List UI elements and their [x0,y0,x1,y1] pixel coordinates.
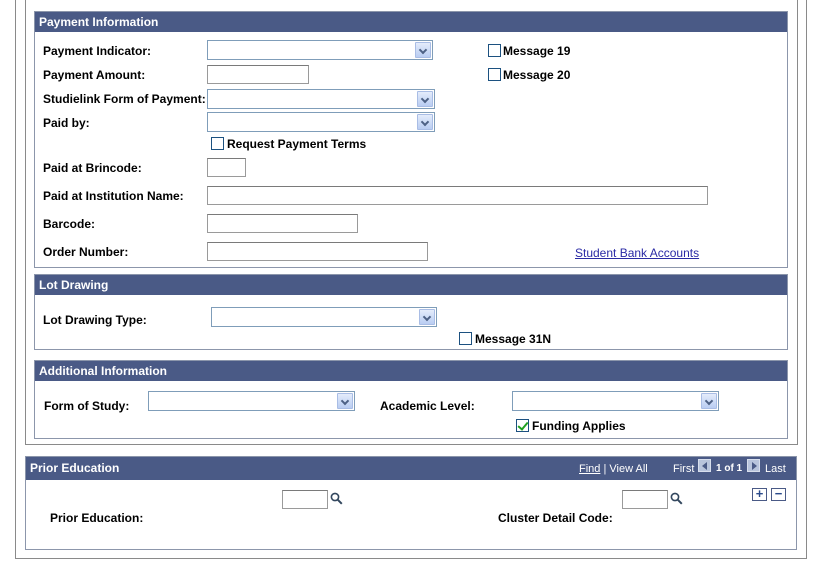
barcode-input[interactable] [207,214,358,233]
paid-by-label: Paid by: [43,116,90,130]
additional-information-header: Additional Information [35,361,787,381]
paid-at-institution-label: Paid at Institution Name: [43,189,184,203]
payment-amount-label: Payment Amount: [43,68,146,82]
message-20-checkbox[interactable] [488,68,501,81]
row-counter: 1 of 1 [716,463,743,474]
student-bank-accounts-link[interactable]: Student Bank Accounts [575,246,699,260]
payment-indicator-select[interactable] [207,40,433,60]
payment-indicator-label: Payment Indicator: [43,44,152,58]
add-row-button[interactable]: + [752,487,767,501]
academic-level-label: Academic Level: [380,399,475,413]
paid-at-institution-input[interactable] [207,186,708,205]
message-31n-checkbox[interactable] [459,332,472,345]
chevron-down-icon[interactable] [417,91,433,107]
chevron-down-icon[interactable] [337,393,353,409]
chevron-down-icon[interactable] [701,393,717,409]
paid-at-brincode-label: Paid at Brincode: [43,161,142,175]
paid-by-select[interactable] [207,112,435,132]
find-link[interactable]: Find [579,463,600,475]
studielink-form-select[interactable] [207,89,435,109]
magnifier-icon[interactable] [330,492,343,505]
payment-amount-input[interactable] [207,65,309,84]
form-of-study-label: Form of Study: [44,399,130,413]
barcode-label: Barcode: [43,217,96,231]
form-of-study-select[interactable] [148,391,355,411]
grid-navigation: Find | View All [579,463,648,475]
delete-row-button[interactable]: − [771,487,786,501]
request-payment-terms-checkbox[interactable] [211,137,224,150]
chevron-down-icon[interactable] [419,309,435,325]
lot-drawing-type-select[interactable] [211,307,437,327]
prior-education-label: Prior Education: [50,511,144,525]
cluster-detail-input[interactable] [622,490,668,509]
next-row-icon[interactable] [747,459,760,472]
last-label[interactable]: Last [765,463,786,475]
paid-at-brincode-input[interactable] [207,158,246,177]
academic-level-select[interactable] [512,391,719,411]
first-label[interactable]: First [673,463,694,475]
studielink-form-label: Studielink Form of Payment: [43,92,206,106]
prior-education-title: Prior Education [30,461,120,475]
message-19-label: Message 19 [503,44,571,58]
payment-information-header: Payment Information [35,12,787,32]
lot-drawing-header: Lot Drawing [35,275,787,295]
lot-drawing-type-label: Lot Drawing Type: [43,313,147,327]
message-20-label: Message 20 [503,68,571,82]
previous-row-icon[interactable] [698,459,711,472]
view-all-link[interactable]: View All [609,463,647,475]
chevron-down-icon[interactable] [417,114,433,130]
chevron-down-icon[interactable] [415,42,431,58]
magnifier-icon[interactable] [670,492,683,505]
funding-applies-label: Funding Applies [532,419,626,433]
message-19-checkbox[interactable] [488,44,501,57]
funding-applies-checkbox[interactable] [516,419,529,432]
request-payment-terms-label: Request Payment Terms [227,137,367,151]
order-number-label: Order Number: [43,245,129,259]
message-31n-label: Message 31N [475,332,552,346]
prior-education-input[interactable] [282,490,328,509]
cluster-detail-label: Cluster Detail Code: [498,511,613,525]
order-number-input[interactable] [207,242,428,261]
